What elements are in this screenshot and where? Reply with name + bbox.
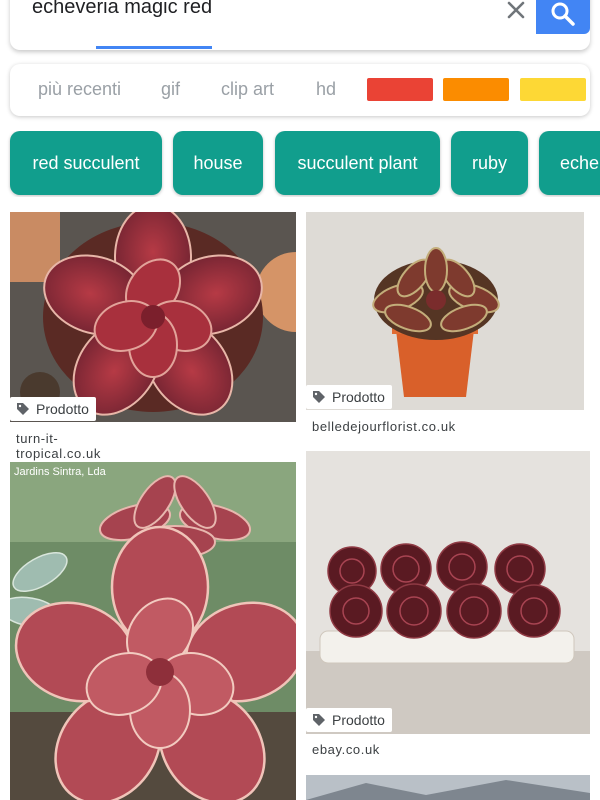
search-icon xyxy=(551,2,575,26)
result-image[interactable] xyxy=(306,775,590,800)
filter-bar: più recenti gif clip art hd xyxy=(10,64,590,116)
product-tag-label: Prodotto xyxy=(36,401,89,417)
filter-gif[interactable]: gif xyxy=(161,79,180,100)
chip-house[interactable]: house xyxy=(173,131,263,195)
tag-icon xyxy=(313,714,325,726)
result-source[interactable]: turn-it-tropical.co.uk xyxy=(16,431,101,461)
search-input[interactable]: echeveria magic red xyxy=(32,0,212,19)
chip-red-succulent[interactable]: red succulent xyxy=(10,131,162,195)
result-image[interactable] xyxy=(306,212,584,410)
color-filter-yellow[interactable] xyxy=(520,78,586,101)
active-tab-indicator xyxy=(96,46,212,49)
product-tag: Prodotto xyxy=(306,385,392,409)
chip-ruby[interactable]: ruby xyxy=(451,131,528,195)
image-watermark: Jardins Sintra, Lda xyxy=(14,466,107,478)
product-tag: Prodotto xyxy=(306,708,392,732)
filter-clip-art[interactable]: clip art xyxy=(221,79,274,100)
result-image[interactable] xyxy=(306,451,590,734)
result-image[interactable] xyxy=(10,212,296,422)
suggestion-chips: red succulent house succulent plant ruby… xyxy=(0,131,600,197)
product-tag: Prodotto xyxy=(10,397,96,421)
filter-recent[interactable]: più recenti xyxy=(38,79,121,100)
clear-button[interactable] xyxy=(498,0,534,26)
product-tag-label: Prodotto xyxy=(332,712,385,728)
search-box[interactable]: echeveria magic red xyxy=(10,0,590,50)
filter-hd[interactable]: hd xyxy=(316,79,336,100)
chip-succulent-plant[interactable]: succulent plant xyxy=(275,131,440,195)
close-icon xyxy=(507,1,525,19)
search-button[interactable] xyxy=(536,0,590,34)
color-filter-orange[interactable] xyxy=(443,78,509,101)
color-filter-red[interactable] xyxy=(367,78,433,101)
result-image[interactable]: Jardins Sintra, Lda xyxy=(10,462,296,800)
result-source[interactable]: belledejourflorist.co.uk xyxy=(312,419,456,434)
chip-eche[interactable]: eche xyxy=(539,131,600,195)
product-tag-label: Prodotto xyxy=(332,389,385,405)
tag-icon xyxy=(313,391,325,403)
result-source[interactable]: ebay.co.uk xyxy=(312,742,380,757)
tag-icon xyxy=(17,403,29,415)
